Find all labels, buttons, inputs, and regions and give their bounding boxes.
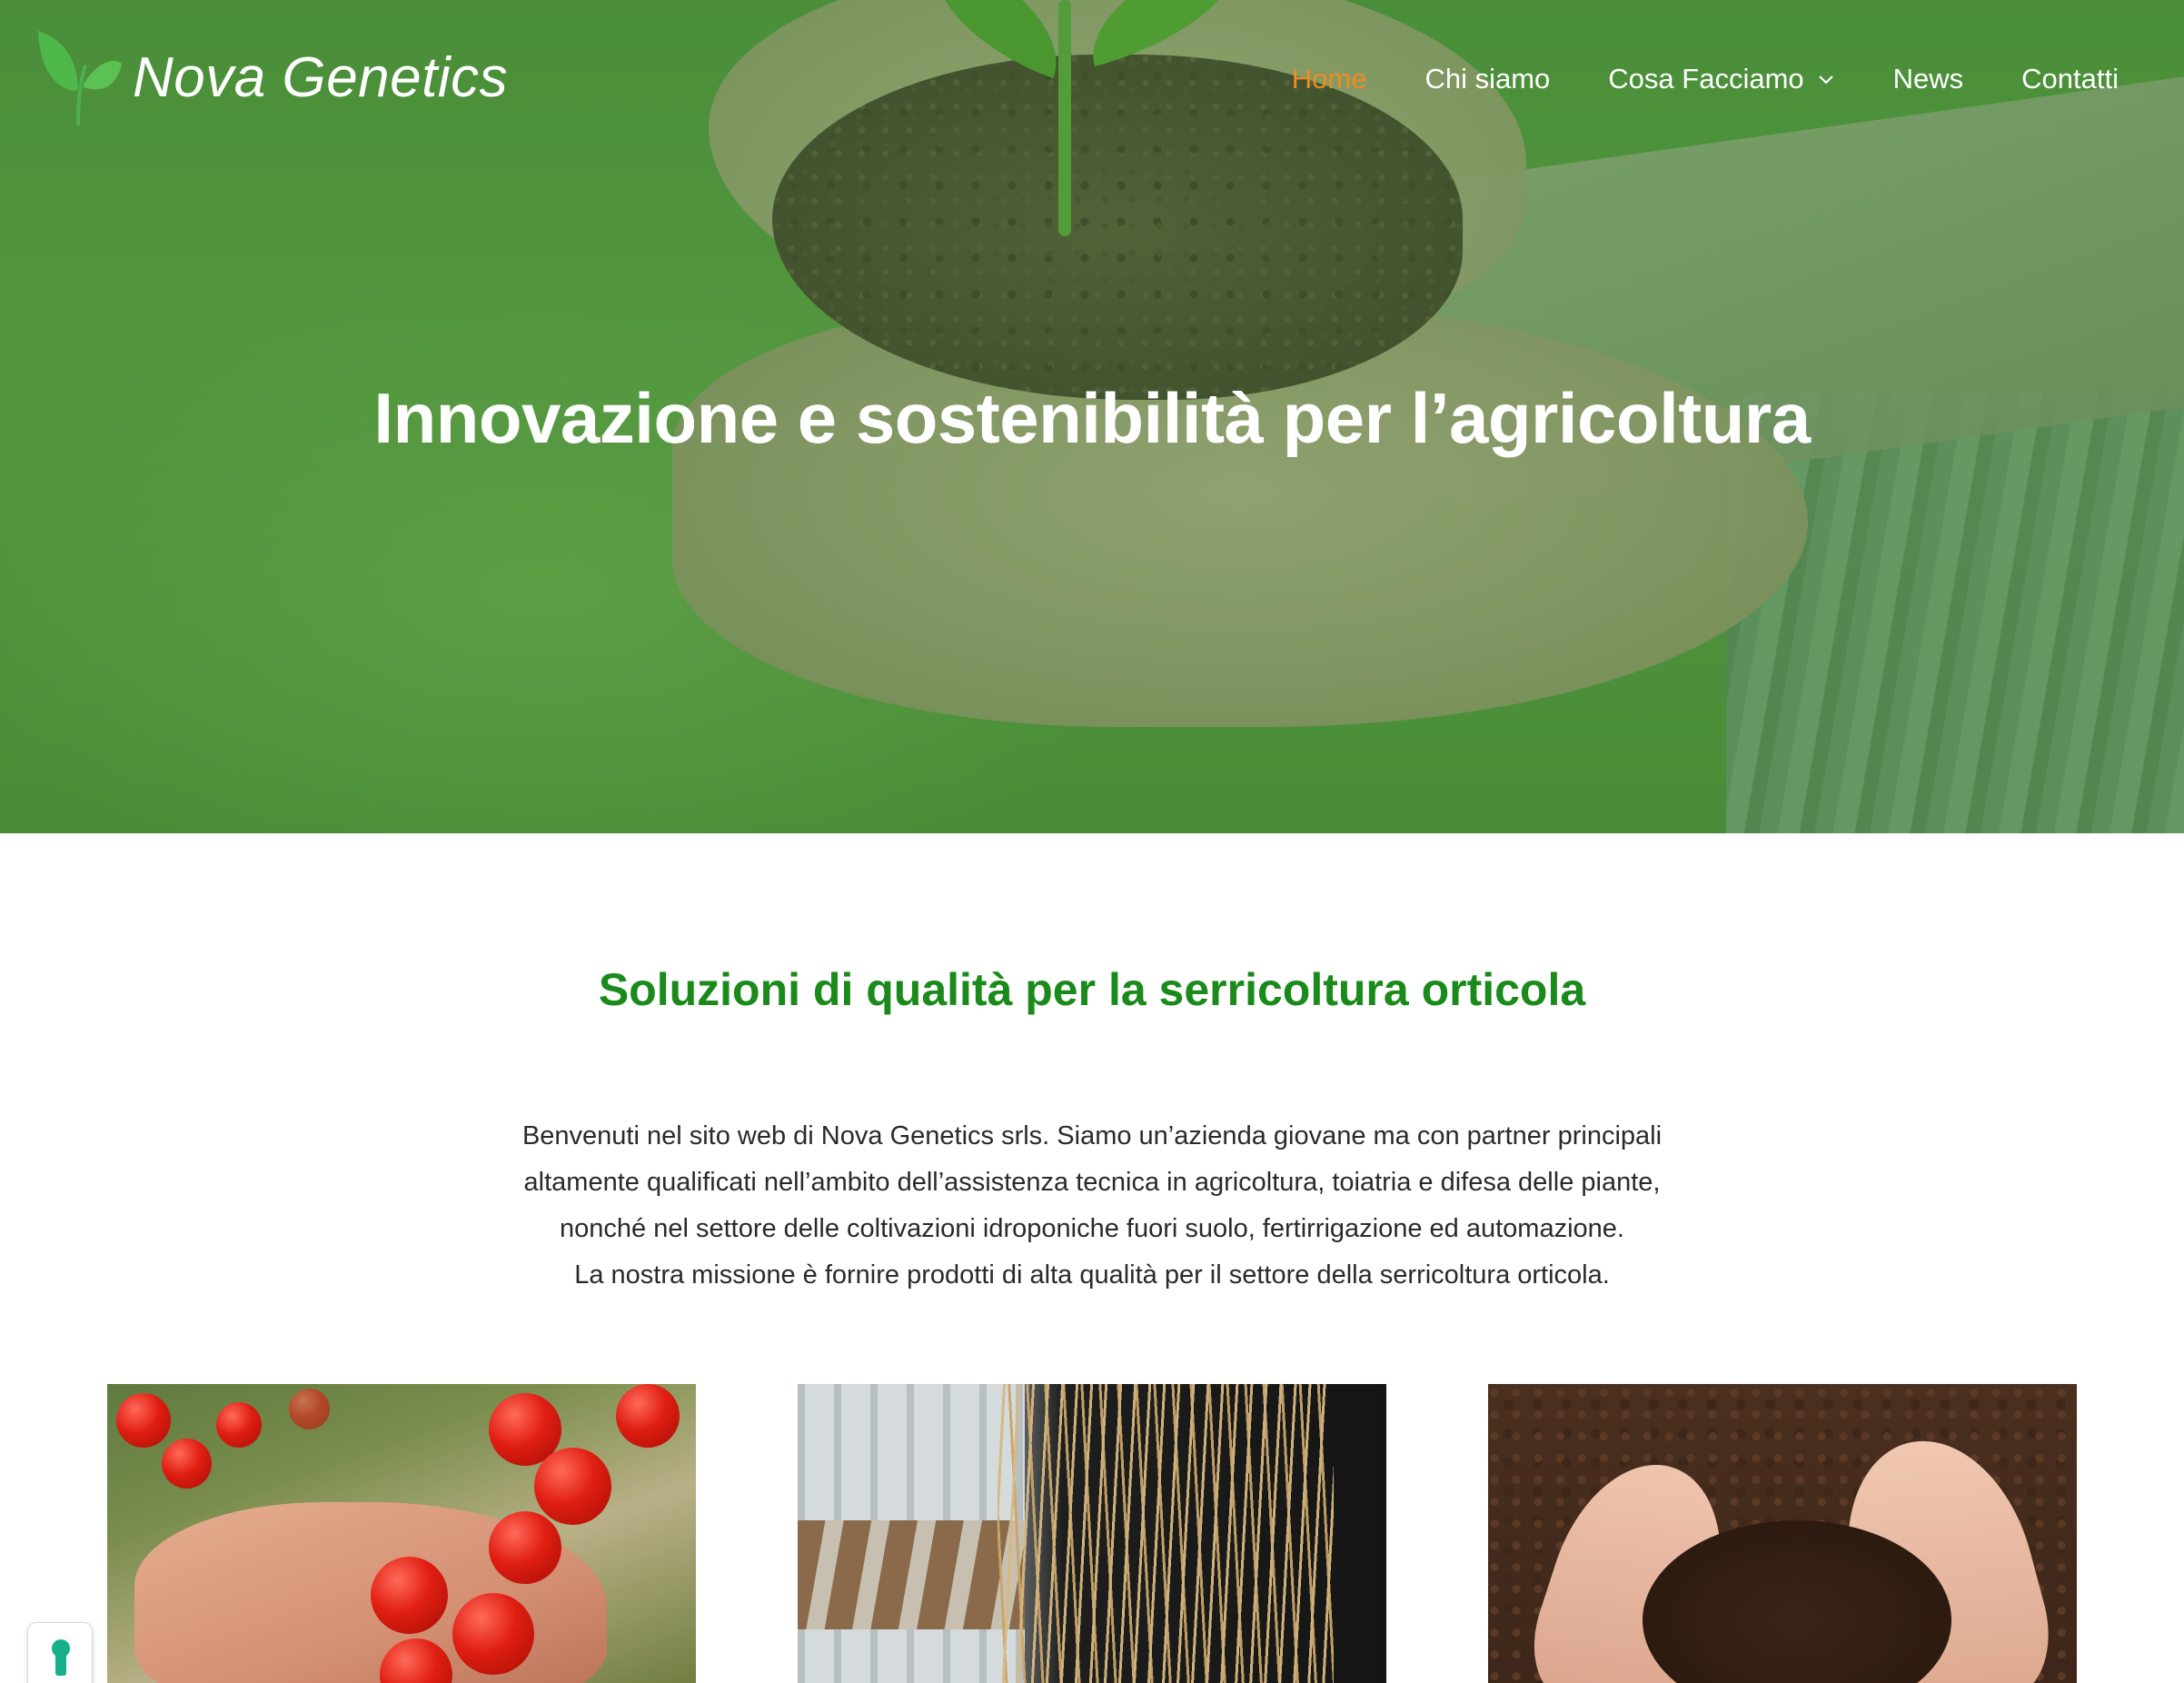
- site-logo[interactable]: Nova Genetics: [33, 27, 508, 127]
- sprout-icon: [38, 31, 122, 126]
- main-nav: Home Chi siamo Cosa Facciamo News Contat…: [1234, 56, 2119, 102]
- intro-line: Benvenuti nel sito web di Nova Genetics …: [521, 1121, 1663, 1150]
- intro-line: nonché nel settore delle coltivazioni id…: [560, 1214, 1624, 1243]
- hero-banner: Nova Genetics Home Chi siamo Cosa Faccia…: [0, 0, 2184, 833]
- hero-title: Innovazione e sostenibilità per l’agrico…: [373, 378, 1811, 458]
- nav-item-contatti[interactable]: Contatti: [2021, 63, 2119, 95]
- card-image-roots[interactable]: [798, 1384, 1386, 1683]
- section-title: Soluzioni di qualità per la serricoltura…: [598, 964, 1586, 1015]
- card-image-soil[interactable]: [1488, 1384, 2077, 1683]
- nav-item-chi-siamo[interactable]: Chi siamo: [1425, 63, 1550, 95]
- nav-item-news[interactable]: News: [1893, 63, 1964, 95]
- service-cards: [107, 1384, 2077, 1683]
- intro-text: Benvenuti nel sito web di Nova Genetics …: [456, 1113, 1728, 1299]
- intro-line: La nostra missione è fornire prodotti di…: [574, 1260, 1610, 1290]
- card-image-tomatoes[interactable]: [107, 1384, 696, 1683]
- nav-item-home[interactable]: Home: [1292, 63, 1367, 95]
- chevron-down-icon: [1818, 75, 1833, 85]
- nav-item-cosa-facciamo-label: Cosa Facciamo: [1608, 63, 1804, 95]
- nav-item-cosa-facciamo[interactable]: Cosa Facciamo: [1608, 63, 1834, 95]
- site-name: Nova Genetics: [133, 45, 509, 109]
- intro-line: altamente qualificati nell’ambito dell’a…: [523, 1168, 1661, 1197]
- keyhole-icon: [52, 1639, 70, 1676]
- privacy-settings-button[interactable]: [27, 1622, 93, 1683]
